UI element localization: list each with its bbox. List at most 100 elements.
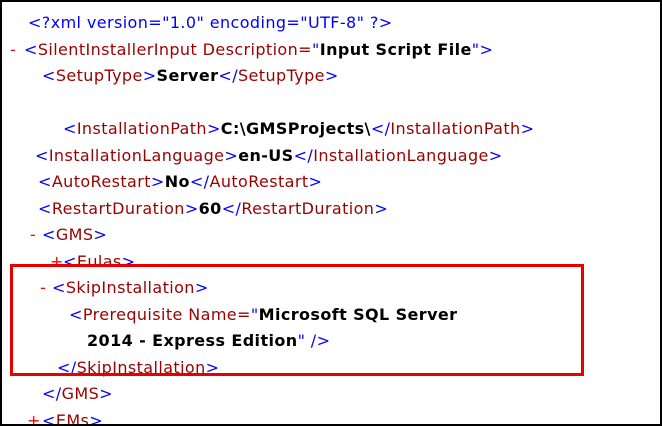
xml-line-content: <InstallationPath>C:\GMSProjects\</Insta… [63, 116, 534, 143]
xml-token-punct: < [42, 225, 56, 244]
xml-token-attr: Name= [183, 305, 251, 324]
xml-token-punct: > [207, 119, 221, 138]
xml-token-tag: SkipInstallation [66, 278, 195, 297]
xml-line-10: +<Eulas> [2, 249, 660, 276]
xml-line-6: <InstallationLanguage>en-US</Installatio… [2, 143, 660, 170]
xml-token-tag: EMs [56, 411, 89, 426]
xml-line-content: <GMS> [42, 222, 107, 249]
xml-token-pi: <?xml version="1.0" encoding="UTF-8" ?> [28, 13, 393, 32]
xml-token-punct: > [195, 278, 209, 297]
xml-token-punct: < [38, 172, 52, 191]
xml-line-content: <SkipInstallation> [52, 275, 209, 302]
xml-token-tag: GMS [62, 384, 100, 403]
xml-token-punct: > [89, 411, 103, 426]
xml-token-punct: </ [294, 146, 314, 165]
xml-token-tag: RestartDuration [52, 199, 185, 218]
xml-token-punct: > [206, 358, 220, 377]
xml-line-4 [2, 90, 660, 117]
xml-line-content: </GMS> [42, 381, 113, 408]
xml-line-content: <SetupType>Server</SetupType> [42, 63, 339, 90]
xml-line-content: <AutoRestart>No</AutoRestart> [38, 169, 322, 196]
expand-toggle-icon[interactable]: + [27, 408, 41, 426]
xml-token-punct: </ [222, 199, 242, 218]
xml-token-value: Server [157, 66, 219, 85]
xml-token-punct: < [69, 305, 83, 324]
xml-token-value: 60 [199, 199, 222, 218]
xml-token-attr: Description= [197, 40, 312, 59]
xml-token-punct: " [312, 40, 320, 59]
xml-line-content: <Prerequisite Name="Microsoft SQL Server [69, 302, 457, 329]
xml-token-punct: </ [42, 384, 62, 403]
xml-token-tag: Eulas [77, 252, 122, 271]
xml-token-tag: SetupType [56, 66, 143, 85]
xml-token-tag: SilentInstallerInput [38, 40, 197, 59]
xml-token-tag: SkipInstallation [77, 358, 206, 377]
xml-token-punct: < [63, 119, 77, 138]
xml-token-punct: </ [218, 66, 238, 85]
xml-line-12: <Prerequisite Name="Microsoft SQL Server [2, 302, 660, 329]
xml-token-tag: Prerequisite [83, 305, 183, 324]
xml-token-punct: < [63, 252, 77, 271]
xml-token-punct: > [521, 119, 535, 138]
xml-token-value: en-US [238, 146, 293, 165]
xml-viewer: <?xml version="1.0" encoding="UTF-8" ?>-… [0, 0, 662, 426]
expand-toggle-icon[interactable]: + [50, 249, 64, 276]
xml-line-16: +<EMs> [2, 408, 660, 426]
xml-token-punct: > [99, 384, 113, 403]
collapse-toggle-icon[interactable]: - [40, 275, 46, 302]
xml-token-punct: > [489, 146, 503, 165]
xml-line-content: <InstallationLanguage>en-US</Installatio… [35, 143, 503, 170]
xml-line-7: <AutoRestart>No</AutoRestart> [2, 169, 660, 196]
xml-lines: <?xml version="1.0" encoding="UTF-8" ?>-… [2, 2, 660, 426]
xml-token-punct: " [251, 305, 259, 324]
xml-line-content: </SkipInstallation> [57, 355, 219, 382]
xml-line-14: </SkipInstallation> [2, 355, 660, 382]
xml-line-8: <RestartDuration>60</RestartDuration> [2, 196, 660, 223]
xml-token-punct: > [185, 199, 199, 218]
xml-token-punct: < [38, 199, 52, 218]
xml-token-tag: AutoRestart [52, 172, 151, 191]
xml-token-value: Microsoft SQL Server [259, 305, 458, 324]
xml-token-punct: < [52, 278, 66, 297]
collapse-toggle-icon[interactable]: - [30, 222, 36, 249]
xml-line-content: <?xml version="1.0" encoding="UTF-8" ?> [28, 10, 393, 37]
xml-token-value: 2014 - Express Edition [87, 331, 298, 350]
xml-token-tag: RestartDuration [241, 199, 374, 218]
xml-token-punct: > [143, 66, 157, 85]
xml-token-punct: < [35, 146, 49, 165]
xml-token-tag: InstallationPath [77, 119, 207, 138]
xml-line-15: </GMS> [2, 381, 660, 408]
xml-line-13: 2014 - Express Edition" /> [2, 328, 660, 355]
xml-line-3: <SetupType>Server</SetupType> [2, 63, 660, 90]
xml-line-content: <EMs> [42, 408, 103, 426]
xml-line-1: <?xml version="1.0" encoding="UTF-8" ?> [2, 10, 660, 37]
xml-token-value: No [165, 172, 190, 191]
xml-token-value: C:\GMSProjects\ [221, 119, 371, 138]
xml-token-tag: GMS [56, 225, 94, 244]
xml-line-content: <Eulas> [63, 249, 135, 276]
xml-token-punct: < [42, 66, 56, 85]
xml-line-9: -<GMS> [2, 222, 660, 249]
xml-token-tag: InstallationLanguage [49, 146, 225, 165]
xml-token-punct: </ [190, 172, 210, 191]
collapse-toggle-icon[interactable]: - [10, 37, 16, 64]
xml-token-punct: > [374, 199, 388, 218]
xml-token-punct: > [224, 146, 238, 165]
xml-token-punct: > [93, 225, 107, 244]
xml-token-tag: InstallationPath [390, 119, 520, 138]
xml-token-punct: > [122, 252, 136, 271]
xml-token-tag: InstallationLanguage [313, 146, 489, 165]
xml-token-tag: AutoRestart [209, 172, 308, 191]
xml-token-punct: "> [472, 40, 494, 59]
xml-line-content: <SilentInstallerInput Description="Input… [24, 37, 493, 64]
xml-token-punct: < [24, 40, 38, 59]
xml-token-punct: > [309, 172, 323, 191]
xml-token-punct: < [42, 411, 56, 426]
xml-line-11: -<SkipInstallation> [2, 275, 660, 302]
xml-token-punct: > [325, 66, 339, 85]
xml-token-tag: SetupType [238, 66, 325, 85]
xml-line-content: <RestartDuration>60</RestartDuration> [38, 196, 388, 223]
xml-token-punct: </ [371, 119, 391, 138]
xml-token-value: Input Script File [320, 40, 472, 59]
xml-line-content: 2014 - Express Edition" /> [87, 328, 330, 355]
